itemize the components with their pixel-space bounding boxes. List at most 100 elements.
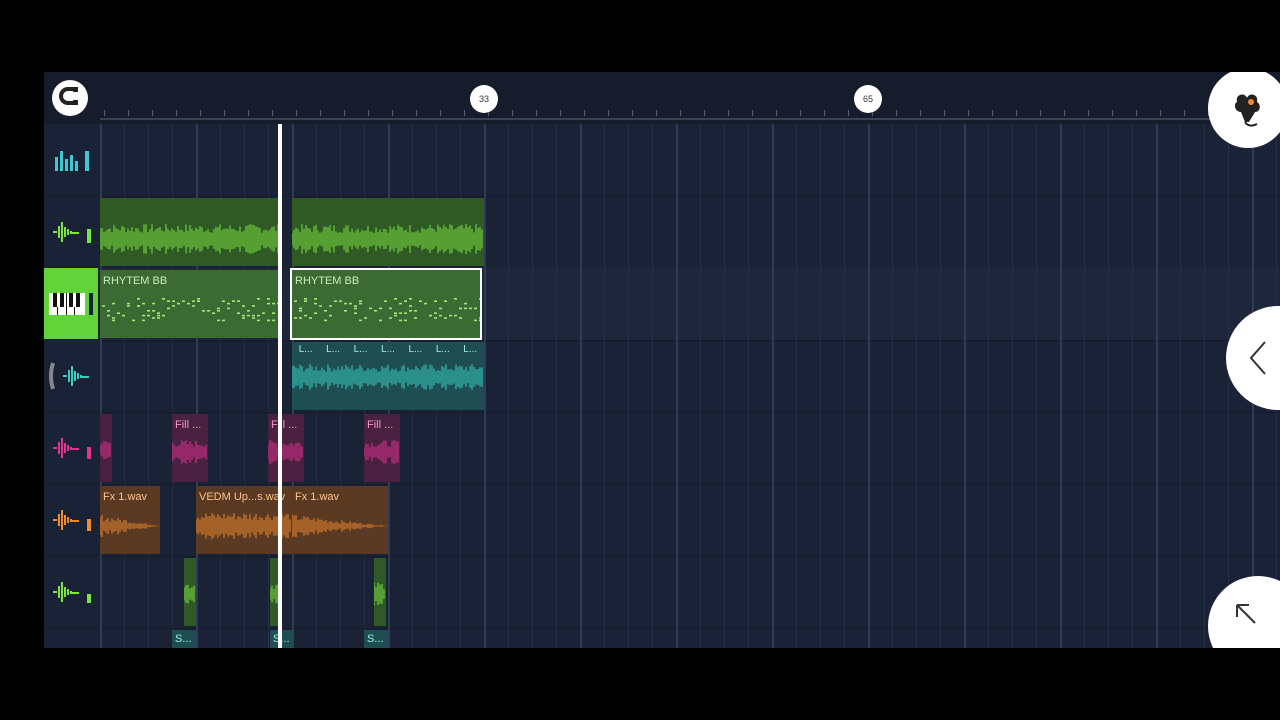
magnet-icon <box>57 83 83 114</box>
clip-waveform <box>100 440 112 460</box>
audio-clip[interactable] <box>292 198 484 266</box>
grid-line <box>892 196 893 268</box>
track-header-7[interactable] <box>44 556 98 628</box>
bar-marker-33[interactable]: 33 <box>470 85 498 113</box>
audio-clip[interactable]: S... <box>172 630 196 648</box>
grid-line <box>580 412 582 484</box>
grid-line <box>1036 196 1037 268</box>
grid-line <box>196 340 198 412</box>
grid-line <box>460 484 461 556</box>
clip-waveform <box>374 582 386 606</box>
grid-line <box>436 412 437 484</box>
clip-waveform <box>292 224 484 254</box>
grid-line <box>700 412 701 484</box>
grid-line <box>1204 196 1205 268</box>
ruler-tick <box>272 110 273 116</box>
audio-clip[interactable] <box>374 558 386 626</box>
grid-line <box>916 484 917 556</box>
grid-line <box>1180 268 1181 340</box>
ruler-tick <box>248 110 249 116</box>
audio-clip[interactable]: Fx 1.wav <box>100 486 160 554</box>
grid-line <box>1108 628 1109 648</box>
track-header-8[interactable] <box>44 628 98 648</box>
audio-clip[interactable]: Fill ... <box>364 414 400 482</box>
grid-line <box>268 340 269 412</box>
track-row-1[interactable] <box>100 124 1280 197</box>
grid-line <box>748 628 749 648</box>
track-row-4[interactable] <box>100 340 1280 413</box>
ruler-tick <box>992 110 993 116</box>
grid-line <box>412 412 413 484</box>
grid-line <box>604 628 605 648</box>
audio-clip[interactable] <box>184 558 196 626</box>
grid-line <box>820 484 821 556</box>
ruler-tick <box>608 110 609 116</box>
grid-line <box>1228 268 1229 340</box>
track-header-2[interactable] <box>44 196 98 268</box>
grid-line <box>748 484 749 556</box>
grid-line <box>676 196 678 268</box>
ruler-tick <box>728 110 729 116</box>
audio-clip[interactable]: S... <box>270 630 294 648</box>
grid-line <box>628 412 629 484</box>
grid-line <box>1012 412 1013 484</box>
ruler-tick <box>296 110 297 116</box>
ruler-tick <box>1016 110 1017 116</box>
clip-label: RHYTEM BB <box>295 275 360 287</box>
grid-line <box>940 124 941 196</box>
grid-line <box>196 556 198 628</box>
grid-line <box>652 196 653 268</box>
audio-clip[interactable]: Fill ... <box>268 414 304 482</box>
grid-line <box>508 340 509 412</box>
grid-line <box>580 484 582 556</box>
grid-line <box>340 412 341 484</box>
snap-button[interactable] <box>52 80 88 116</box>
track-header-4[interactable] <box>44 340 98 412</box>
grid-line <box>1156 340 1158 412</box>
grid-line <box>1108 340 1109 412</box>
audio-clip[interactable]: L... L... L... L... L... L... L... <box>292 342 484 410</box>
pattern-clip[interactable]: RHYTEM BB <box>100 270 280 338</box>
audio-clip[interactable] <box>100 198 280 266</box>
grid-line <box>940 412 941 484</box>
audio-clip[interactable]: Fill ... <box>172 414 208 482</box>
grid-line <box>724 412 725 484</box>
ruler-tick <box>1088 110 1089 116</box>
timeline-ruler[interactable]: 33 65 <box>44 72 1280 124</box>
pattern-clip-selected[interactable]: RHYTEM BB <box>290 268 482 340</box>
grid-line <box>436 556 437 628</box>
ruler-tick <box>656 110 657 116</box>
grid-line <box>148 628 149 648</box>
track-header-6[interactable] <box>44 484 98 556</box>
track-header-3[interactable] <box>44 268 98 340</box>
track-header-5[interactable] <box>44 412 98 484</box>
grid-line <box>100 340 102 412</box>
audio-clip[interactable]: Fx 1.wav <box>292 486 388 554</box>
clip-waveform <box>100 514 160 538</box>
bar-marker-65[interactable]: 65 <box>854 85 882 113</box>
grid-line <box>172 340 173 412</box>
grid-line <box>508 484 509 556</box>
grid-line <box>1132 340 1133 412</box>
audio-clip[interactable]: S... <box>364 630 388 648</box>
grid-line <box>556 412 557 484</box>
grid-line <box>916 268 917 340</box>
ruler-tick <box>200 110 201 116</box>
grid-line <box>724 124 725 196</box>
grid-line <box>1252 484 1254 556</box>
grid-line <box>244 556 245 628</box>
track-header-1[interactable] <box>44 124 98 196</box>
grid-line <box>508 124 509 196</box>
audio-clip[interactable] <box>100 414 112 482</box>
grid-line <box>1084 196 1085 268</box>
grid-line <box>604 268 605 340</box>
grid-line <box>220 340 221 412</box>
grid-line <box>916 628 917 648</box>
fruit-logo-icon <box>1234 94 1260 127</box>
grid-line <box>508 556 509 628</box>
grid-line <box>460 124 461 196</box>
grid-line <box>1228 412 1229 484</box>
grid-line <box>652 412 653 484</box>
grid-line <box>484 268 486 340</box>
playhead[interactable] <box>278 124 282 648</box>
